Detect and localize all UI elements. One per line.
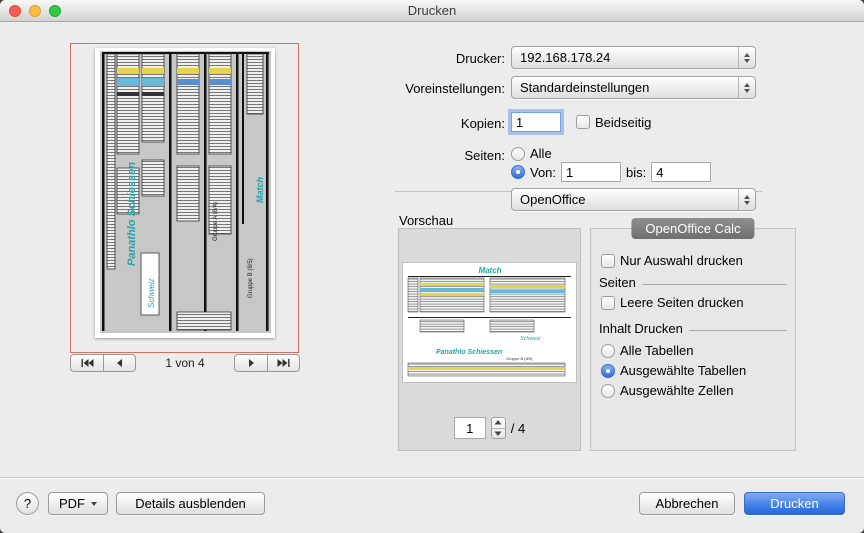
app-options-panel: OpenOffice Calc Nur Auswahl drucken Seit…: [590, 228, 796, 451]
section-rule: [689, 330, 787, 331]
empty-pages-checkbox[interactable]: [601, 296, 615, 310]
pages-to-input[interactable]: [651, 162, 711, 182]
previous-icon: [116, 359, 123, 367]
preview-gruppe-a-text: Gruppe A (8/4): [213, 202, 219, 241]
selected-cells-radio[interactable]: [601, 384, 615, 398]
skip-to-last-icon: [277, 359, 290, 367]
preview-schweiz-text: Schweiz: [147, 278, 156, 308]
footer-separator: [0, 477, 864, 478]
thumb-title-text: Panathlo Schiessen: [436, 349, 502, 356]
down-triangle-icon: [494, 431, 502, 436]
only-selection-label: Nur Auswahl drucken: [620, 253, 743, 268]
print-button[interactable]: Drucken: [744, 492, 845, 515]
print-preview-frame: Panathlo Schiessen Match Schweiz Gruppe …: [70, 43, 299, 353]
presets-popup-value: Standardeinstellungen: [512, 77, 738, 98]
first-page-button[interactable]: [70, 354, 103, 372]
presets-popup[interactable]: Standardeinstellungen: [511, 76, 756, 99]
details-toggle-button[interactable]: Details ausblenden: [116, 492, 265, 515]
pages-all-label: Alle: [530, 146, 552, 161]
vorschau-page-thumbnail: Match Gruppe A (8/4) Schweiz Panathlo Sc…: [402, 262, 577, 383]
chevron-down-icon: [91, 502, 97, 506]
app-section-popup-value: OpenOffice: [512, 189, 738, 210]
next-page-button[interactable]: [234, 354, 267, 372]
printer-label: Drucker:: [300, 51, 505, 66]
popup-arrows-icon: [738, 47, 755, 68]
selected-tables-label: Ausgewählte Tabellen: [620, 363, 746, 378]
printer-popup-value: 192.168.178.24: [512, 47, 738, 68]
previous-page-button[interactable]: [103, 354, 136, 372]
app-section-popup[interactable]: OpenOffice: [511, 188, 756, 211]
pdf-menu-button[interactable]: PDF: [48, 492, 108, 515]
help-button[interactable]: ?: [16, 492, 39, 515]
preview-gruppe-b-text: Gruppe B (8/5): [248, 258, 254, 298]
forward-nav-group: [234, 354, 300, 372]
pages-label: Seiten:: [300, 148, 505, 163]
section-rule: [642, 284, 787, 285]
two-sided-checkbox[interactable]: [576, 115, 590, 129]
pages-from-input[interactable]: [561, 162, 621, 182]
skip-to-first-icon: [81, 359, 94, 367]
thumb-schweiz-text: Schweiz: [520, 336, 541, 342]
copies-label: Kopien:: [300, 116, 505, 131]
back-nav-group: [70, 354, 136, 372]
printer-popup[interactable]: 192.168.178.24: [511, 46, 756, 69]
content-section-label: Inhalt Drucken: [599, 321, 683, 336]
pages-section-label: Seiten: [599, 275, 636, 290]
page-stepper: [491, 417, 506, 439]
pages-all-radio[interactable]: [511, 147, 525, 161]
page-stepper-up-button[interactable]: [492, 418, 505, 429]
preview-title-text: Panathlo Schiessen: [126, 162, 138, 266]
selected-cells-label: Ausgewählte Zellen: [620, 383, 733, 398]
all-tables-label: Alle Tabellen: [620, 343, 693, 358]
pdf-menu-label: PDF: [59, 496, 85, 511]
pages-range-radio[interactable]: [511, 165, 525, 179]
last-page-button[interactable]: [267, 354, 300, 372]
thumbnail-page-graphic: Match Gruppe A (8/4) Schweiz Panathlo Sc…: [402, 262, 577, 383]
next-icon: [248, 359, 255, 367]
two-sided-label: Beidseitig: [595, 115, 651, 130]
vorschau-label: Vorschau: [399, 213, 453, 228]
copies-input[interactable]: [511, 112, 561, 132]
thumbnail-page-input[interactable]: [454, 417, 486, 439]
print-preview-page: Panathlo Schiessen Match Schweiz Gruppe …: [95, 48, 275, 338]
window-title: Drucken: [0, 3, 864, 18]
document-page-graphic: Panathlo Schiessen Match Schweiz Gruppe …: [95, 48, 275, 338]
preview-match-text: Match: [255, 176, 265, 203]
options-panel-header: OpenOffice Calc: [631, 218, 754, 239]
presets-label: Voreinstellungen:: [300, 81, 505, 96]
only-selection-checkbox[interactable]: [601, 254, 615, 268]
up-triangle-icon: [494, 420, 502, 425]
cancel-button[interactable]: Abbrechen: [639, 492, 735, 515]
vorschau-panel: Match Gruppe A (8/4) Schweiz Panathlo Sc…: [398, 228, 581, 451]
pages-to-label: bis:: [626, 165, 646, 180]
all-tables-radio[interactable]: [601, 344, 615, 358]
thumb-match-text: Match: [478, 266, 501, 275]
preview-pagination: 1 von 4: [70, 354, 300, 372]
empty-pages-label: Leere Seiten drucken: [620, 295, 744, 310]
thumbnail-page-total: / 4: [511, 421, 525, 436]
titlebar: Drucken: [0, 0, 864, 22]
popup-arrows-icon: [738, 77, 755, 98]
print-dialog-window: Drucken: [0, 0, 864, 533]
page-indicator: 1 von 4: [165, 356, 204, 370]
selected-tables-radio[interactable]: [601, 364, 615, 378]
page-stepper-down-button[interactable]: [492, 429, 505, 439]
pages-from-label: Von:: [530, 165, 556, 180]
popup-arrows-icon: [738, 189, 755, 210]
thumbnail-page-controls: / 4: [399, 417, 580, 439]
thumb-gruppe-b-text: Gruppe B (8/5): [506, 356, 533, 361]
